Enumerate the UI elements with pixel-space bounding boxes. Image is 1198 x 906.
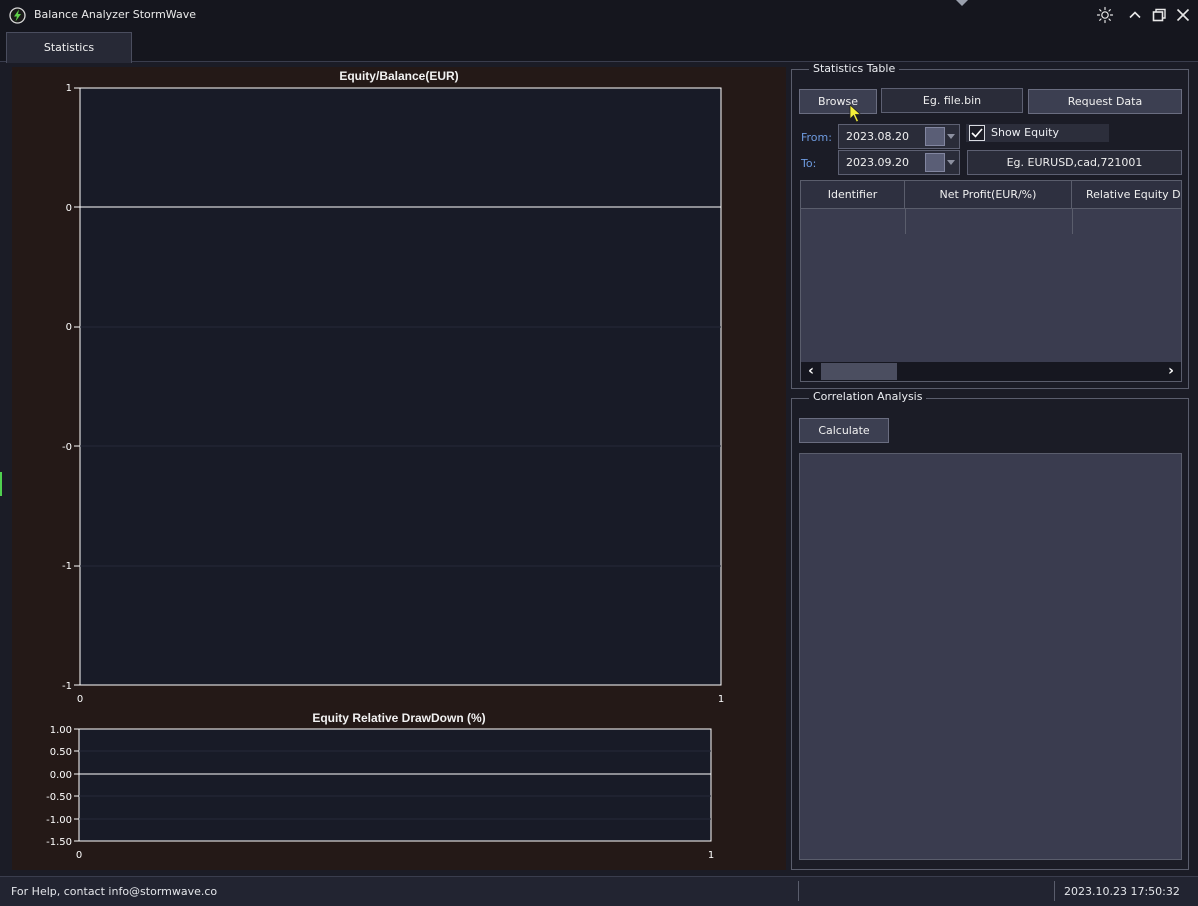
correlation-results-panel <box>799 453 1182 860</box>
scrollbar-thumb[interactable] <box>821 363 897 380</box>
drawdown-y-tick: 0.00 <box>50 770 72 781</box>
drawdown-y-tick: -1.00 <box>46 815 72 826</box>
equity-y-tick: 0 <box>66 203 72 214</box>
tab-statistics[interactable]: Statistics <box>6 32 132 63</box>
drawdown-chart: 1.00 0.50 0.00 -0.50 -1.00 -1.50 0 1 <box>46 725 714 861</box>
drop-notch-icon <box>956 0 968 6</box>
theme-toggle-sun-icon[interactable] <box>1096 6 1114 24</box>
calculate-button[interactable]: Calculate <box>799 418 889 443</box>
close-icon[interactable] <box>1174 6 1192 24</box>
show-equity-toggle[interactable]: Show Equity <box>966 124 1109 142</box>
equity-y-tick: 0 <box>66 322 72 333</box>
to-date-value: 2023.09.20 <box>846 156 909 169</box>
equity-y-tick: -0 <box>62 442 72 453</box>
statistics-table[interactable]: Identifier Net Profit(EUR/%) Relative Eq… <box>800 180 1182 382</box>
charts-panel: Equity/Balance(EUR) 1 0 0 -0 -1 -1 0 1 E… <box>12 67 786 870</box>
drawdown-y-tick: 0.50 <box>50 747 72 758</box>
tab-bar: Statistics <box>0 30 1198 63</box>
show-equity-checkbox[interactable] <box>969 125 985 141</box>
drawdown-y-tick: -1.50 <box>46 837 72 848</box>
scroll-left-arrow-icon[interactable]: ‹ <box>803 363 819 380</box>
column-header-net-profit[interactable]: Net Profit(EUR/%) <box>905 181 1072 209</box>
drawdown-x-tick: 1 <box>708 850 714 861</box>
chevron-down-icon[interactable] <box>947 160 955 165</box>
calendar-icon[interactable] <box>925 153 945 172</box>
horizontal-scrollbar[interactable]: ‹ › <box>801 362 1181 381</box>
column-divider <box>1072 209 1073 234</box>
to-date-picker[interactable]: 2023.09.20 <box>838 150 960 175</box>
equity-x-tick: 0 <box>77 694 83 705</box>
status-separator <box>798 881 799 901</box>
show-equity-label: Show Equity <box>991 126 1059 139</box>
checkmark-icon <box>971 128 983 138</box>
symbols-input[interactable]: Eg. EURUSD,cad,721001 <box>967 150 1182 175</box>
request-data-button[interactable]: Request Data <box>1028 89 1182 114</box>
from-date-value: 2023.08.20 <box>846 130 909 143</box>
equity-y-tick: 1 <box>66 83 72 94</box>
equity-chart: 1 0 0 -0 -1 -1 0 1 <box>62 83 724 705</box>
to-label: To: <box>801 157 817 170</box>
drawdown-x-tick: 0 <box>76 850 82 861</box>
column-header-relative-equity[interactable]: Relative Equity D <box>1072 181 1181 209</box>
correlation-analysis-group-label: Correlation Analysis <box>809 390 927 404</box>
equity-x-tick: 1 <box>718 694 724 705</box>
restore-window-icon[interactable] <box>1150 6 1168 24</box>
equity-y-tick: -1 <box>62 561 72 572</box>
scroll-right-arrow-icon[interactable]: › <box>1163 363 1179 380</box>
equity-y-tick: -1 <box>62 681 72 692</box>
from-label: From: <box>801 131 832 144</box>
status-datetime: 2023.10.23 17:50:32 <box>1064 885 1180 898</box>
browse-button[interactable]: Browse <box>799 89 877 114</box>
help-contact-text: For Help, contact info@stormwave.co <box>11 885 218 898</box>
statistics-table-group-label: Statistics Table <box>809 62 900 76</box>
lightning-bolt-logo-icon <box>9 7 26 24</box>
mouse-pointer-icon <box>849 104 862 123</box>
chevron-down-icon[interactable] <box>947 134 955 139</box>
window-title: Balance Analyzer StormWave <box>34 8 196 21</box>
column-header-identifier[interactable]: Identifier <box>801 181 905 209</box>
drawdown-y-tick: -0.50 <box>46 792 72 803</box>
status-bar: For Help, contact info@stormwave.co 2023… <box>0 876 1198 906</box>
file-path-input[interactable]: Eg. file.bin <box>881 88 1023 113</box>
column-divider <box>905 209 906 234</box>
calendar-icon[interactable] <box>925 127 945 146</box>
left-edge-accent <box>0 472 2 496</box>
from-date-picker[interactable]: 2023.08.20 <box>838 124 960 149</box>
drawdown-y-tick: 1.00 <box>50 725 72 736</box>
minimize-chevron-up-icon[interactable] <box>1126 6 1144 24</box>
title-bar: Balance Analyzer StormWave <box>0 0 1198 30</box>
status-separator <box>1054 881 1055 901</box>
